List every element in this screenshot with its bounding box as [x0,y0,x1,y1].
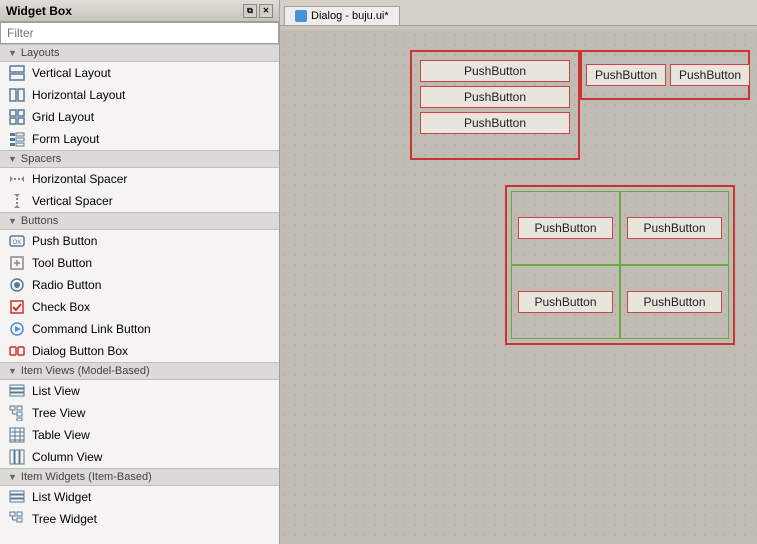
tableview-icon [8,426,26,444]
dialog-area: Dialog - buju.ui* PushButton PushButton … [280,0,757,544]
sidebar-item-label: Command Link Button [32,322,151,336]
category-arrow: ▼ [8,472,17,482]
sidebar-item-label: Radio Button [32,278,101,292]
sidebar-item-horizontal-spacer[interactable]: Horizontal Spacer [0,168,279,190]
sidebar-item-radio-button[interactable]: Radio Button [0,274,279,296]
form-pushbutton-2[interactable]: PushButton [420,86,570,108]
sidebar-item-vertical-layout[interactable]: Vertical Layout [0,62,279,84]
sidebar-item-command-link-button[interactable]: Command Link Button [0,318,279,340]
category-label: Layouts [21,47,60,59]
form-icon [8,130,26,148]
category-item-views[interactable]: ▼ Item Views (Model-Based) [0,362,279,380]
h-pushbutton-2[interactable]: PushButton [670,64,750,86]
pushbtn-icon: OK [8,232,26,250]
dialog-tab-bar: Dialog - buju.ui* [280,0,757,26]
treeview-icon [8,404,26,422]
category-layouts[interactable]: ▼ Layouts [0,44,279,62]
sidebar-item-horizontal-layout[interactable]: Horizontal Layout [0,84,279,106]
sidebar-item-label: Horizontal Spacer [32,172,127,186]
treewidget-icon [8,510,26,528]
qt-icon [295,10,307,22]
grid-layout-container: PushButton PushButton PushButton PushBut… [505,185,735,345]
form-layout-container: PushButton PushButton PushButton [410,50,580,160]
checkbox-icon [8,298,26,316]
sidebar-item-label: Table View [32,428,90,442]
sidebar-item-label: Tree Widget [32,512,97,526]
filter-input[interactable] [0,22,279,44]
sidebar-item-tree-widget[interactable]: Tree Widget [0,508,279,530]
vspacer-icon [8,192,26,210]
category-spacers[interactable]: ▼ Spacers [0,150,279,168]
sidebar-item-list-view[interactable]: List View [0,380,279,402]
category-label: Buttons [21,215,58,227]
h-pushbutton-1[interactable]: PushButton [586,64,666,86]
sidebar-item-label: Grid Layout [32,110,94,124]
grid-pushbutton-3[interactable]: PushButton [518,291,613,313]
form-pushbutton-3[interactable]: PushButton [420,112,570,134]
listview-icon [8,382,26,400]
sidebar-item-tree-view[interactable]: Tree View [0,402,279,424]
category-label: Item Views (Model-Based) [21,365,150,377]
category-arrow: ▼ [8,366,17,376]
grid-pushbutton-1[interactable]: PushButton [518,217,613,239]
sidebar-item-label: Horizontal Layout [32,88,125,102]
grid-pushbutton-4[interactable]: PushButton [627,291,722,313]
sidebar-item-grid-layout[interactable]: Grid Layout [0,106,279,128]
sidebar-item-label: Column View [32,450,102,464]
sidebar-item-vertical-spacer[interactable]: Vertical Spacer [0,190,279,212]
sidebar-item-label: Tool Button [32,256,92,270]
sidebar-item-check-box[interactable]: Check Box [0,296,279,318]
sidebar-item-push-button[interactable]: OK Push Button [0,230,279,252]
sidebar-item-label: Vertical Layout [32,66,111,80]
grid-pushbutton-2[interactable]: PushButton [627,217,722,239]
widget-box-title: Widget Box [6,4,72,18]
dialog-tab-label: Dialog - buju.ui* [311,10,389,22]
sidebar-item-tool-button[interactable]: Tool Button [0,252,279,274]
sidebar-item-label: List View [32,384,80,398]
listwidget-icon [8,488,26,506]
sidebar-item-label: Vertical Spacer [32,194,113,208]
sidebar-item-label: Tree View [32,406,85,420]
hspacer-icon [8,170,26,188]
sidebar-item-label: Form Layout [32,132,99,146]
toolbtn-icon [8,254,26,272]
category-label: Item Widgets (Item-Based) [21,471,152,483]
sidebar-item-label: Check Box [32,300,90,314]
category-buttons[interactable]: ▼ Buttons [0,212,279,230]
category-arrow: ▼ [8,154,17,164]
radiobtn-icon [8,276,26,294]
dialogbtnbox-icon [8,342,26,360]
columnview-icon [8,448,26,466]
dialog-tab[interactable]: Dialog - buju.ui* [284,6,400,25]
sidebar-item-form-layout[interactable]: Form Layout [0,128,279,150]
sidebar-item-list-widget[interactable]: List Widget [0,486,279,508]
category-arrow: ▼ [8,48,17,58]
h-layout-container: PushButton PushButton [580,50,750,100]
category-item-widgets[interactable]: ▼ Item Widgets (Item-Based) [0,468,279,486]
form-pushbutton-1[interactable]: PushButton [420,60,570,82]
cmdlink-icon [8,320,26,338]
sidebar-item-table-view[interactable]: Table View [0,424,279,446]
hbox-icon [8,86,26,104]
dialog-canvas[interactable]: PushButton PushButton PushButton PushBut… [280,30,757,544]
widget-box-close-btn[interactable]: ✕ [259,4,273,18]
sidebar-item-dialog-button-box[interactable]: Dialog Button Box [0,340,279,362]
sidebar-item-label: Dialog Button Box [32,344,128,358]
sidebar-item-label: List Widget [32,490,91,504]
widget-list: ▼ Layouts Vertical Layout [0,44,279,544]
svg-text:OK: OK [13,240,22,246]
category-label: Spacers [21,153,61,165]
grid-icon [8,108,26,126]
category-arrow: ▼ [8,216,17,226]
widget-box-float-btn[interactable]: ⧉ [243,4,257,18]
vbox-icon [8,64,26,82]
sidebar-item-column-view[interactable]: Column View [0,446,279,468]
sidebar-item-label: Push Button [32,234,97,248]
